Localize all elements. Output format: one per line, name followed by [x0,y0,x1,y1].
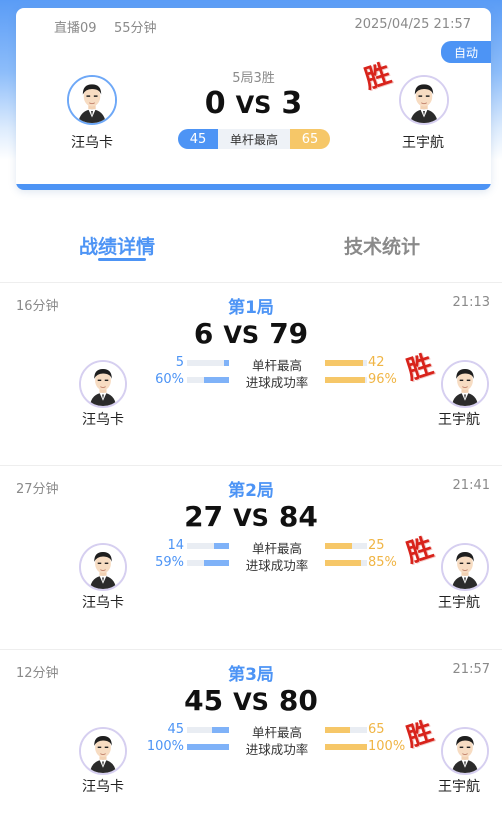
vs-label: VS [223,321,260,349]
game-score: 27 VS 84 [0,500,502,533]
avatar-left-player[interactable] [79,360,127,408]
right-pot-rate: 96% [368,372,397,387]
match-duration: 55分钟 [114,21,157,36]
left-pot-rate: 59% [155,555,184,570]
left-player-name: 汪乌卡 [82,779,124,795]
game-left-score: 27 [184,500,224,533]
pot-rate-label: 进球成功率 [245,742,309,757]
tab-technical-stats[interactable]: 技术统计 [344,232,420,259]
left-pot-rate-fill [203,377,229,383]
right-high-break-bar [325,727,367,733]
match-summary-card: 直播09 55分钟 2025/04/25 21:57 自动 汪乌卡 5局3胜 0… [16,8,491,190]
avatar-right-player[interactable] [441,543,489,591]
right-player-name: 王宇航 [438,779,480,795]
game-left-score: 45 [184,684,224,717]
game-right-score: 79 [269,317,309,350]
player-avatar-icon [81,545,125,589]
left-total-score: 0 [204,86,226,121]
right-pot-rate: 85% [368,555,397,570]
game-title: 第3局 [228,665,274,685]
avatar-left-player[interactable] [79,543,127,591]
right-high-break: 65 [290,129,330,149]
left-pot-rate: 100% [146,739,184,754]
left-high-break-fill [211,727,229,733]
game-title: 第1局 [228,298,274,318]
right-high-break-fill [325,360,363,366]
high-break-label: 单杆最高 [218,129,290,149]
left-pot-rate-fill [187,744,229,750]
right-high-break: 65 [368,722,385,737]
left-high-break-bar [187,727,229,733]
pot-rate-label: 进球成功率 [245,558,309,573]
right-total-score: 3 [281,86,303,121]
avatar-left-player[interactable] [79,727,127,775]
left-high-break: 14 [167,538,184,553]
left-high-break: 5 [175,355,184,370]
player-avatar-icon [81,729,125,773]
left-player-name: 汪乌卡 [82,412,124,428]
avatar-right-player[interactable] [399,75,449,125]
active-tab-indicator [98,258,146,261]
divider [0,465,502,466]
left-high-break-fill [223,360,229,366]
game-section-2[interactable]: 27分钟 第2局 21:41 27 VS 84 14 单杆最高 25 59% 进球成… [0,466,502,650]
right-high-break-fill [325,543,352,549]
pot-rate-label: 进球成功率 [245,375,309,390]
game-title: 第2局 [228,481,274,501]
vs-label: VS [235,91,272,119]
tab-match-details[interactable]: 战绩详情 [79,232,155,259]
left-pot-rate-bar [187,377,229,383]
right-player-name: 王宇航 [402,135,444,151]
left-high-break-bar [187,360,229,366]
left-pot-rate-bar [187,744,229,750]
left-pot-rate: 60% [155,372,184,387]
avatar-right-player[interactable] [441,360,489,408]
right-player-name: 王宇航 [438,595,480,611]
right-pot-rate-bar [325,377,367,383]
game-right-score: 84 [278,500,318,533]
right-pot-rate-fill [325,377,366,383]
player-avatar-icon [401,77,447,123]
game-section-1[interactable]: 16分钟 第1局 21:13 6 VS 79 5 单杆最高 42 60% 进球成功率… [0,283,502,467]
right-pot-rate: 100% [368,739,406,754]
left-high-break-bar [187,543,229,549]
left-pot-rate-fill [204,560,229,566]
stream-source: 直播09 [54,21,97,36]
left-high-break: 45 [167,722,184,737]
right-high-break-bar [325,360,367,366]
right-high-break: 42 [368,355,385,370]
left-player-name: 汪乌卡 [71,135,113,151]
vs-label: VS [233,504,269,532]
card-bottom-bar [16,184,491,190]
player-avatar-icon [443,362,487,406]
right-pot-rate-fill [325,560,361,566]
right-pot-rate-bar [325,744,367,750]
game-time: 21:57 [452,662,490,677]
left-high-break: 45 [178,129,218,149]
divider [0,649,502,650]
game-right-score: 80 [278,684,318,717]
avatar-right-player[interactable] [441,727,489,775]
vs-label: VS [233,688,269,716]
right-pot-rate-bar [325,560,367,566]
right-high-break-bar [325,543,367,549]
game-time: 21:41 [452,478,490,493]
right-pot-rate-fill [325,744,367,750]
left-pot-rate-bar [187,560,229,566]
game-score: 6 VS 79 [0,317,502,350]
game-left-score: 6 [193,317,214,350]
right-high-break: 25 [368,538,385,553]
player-avatar-icon [443,729,487,773]
auto-badge[interactable]: 自动 [441,41,491,63]
game-time: 21:13 [452,295,490,310]
left-player-name: 汪乌卡 [82,595,124,611]
right-player-name: 王宇航 [438,412,480,428]
player-avatar-icon [81,362,125,406]
left-high-break-fill [213,543,229,549]
right-high-break-fill [325,727,350,733]
match-datetime: 2025/04/25 21:57 [354,17,471,32]
game-score: 45 VS 80 [0,684,502,717]
player-avatar-icon [443,545,487,589]
game-section-3[interactable]: 12分钟 第3局 21:57 45 VS 80 45 单杆最高 65 100% 进球… [0,650,502,834]
